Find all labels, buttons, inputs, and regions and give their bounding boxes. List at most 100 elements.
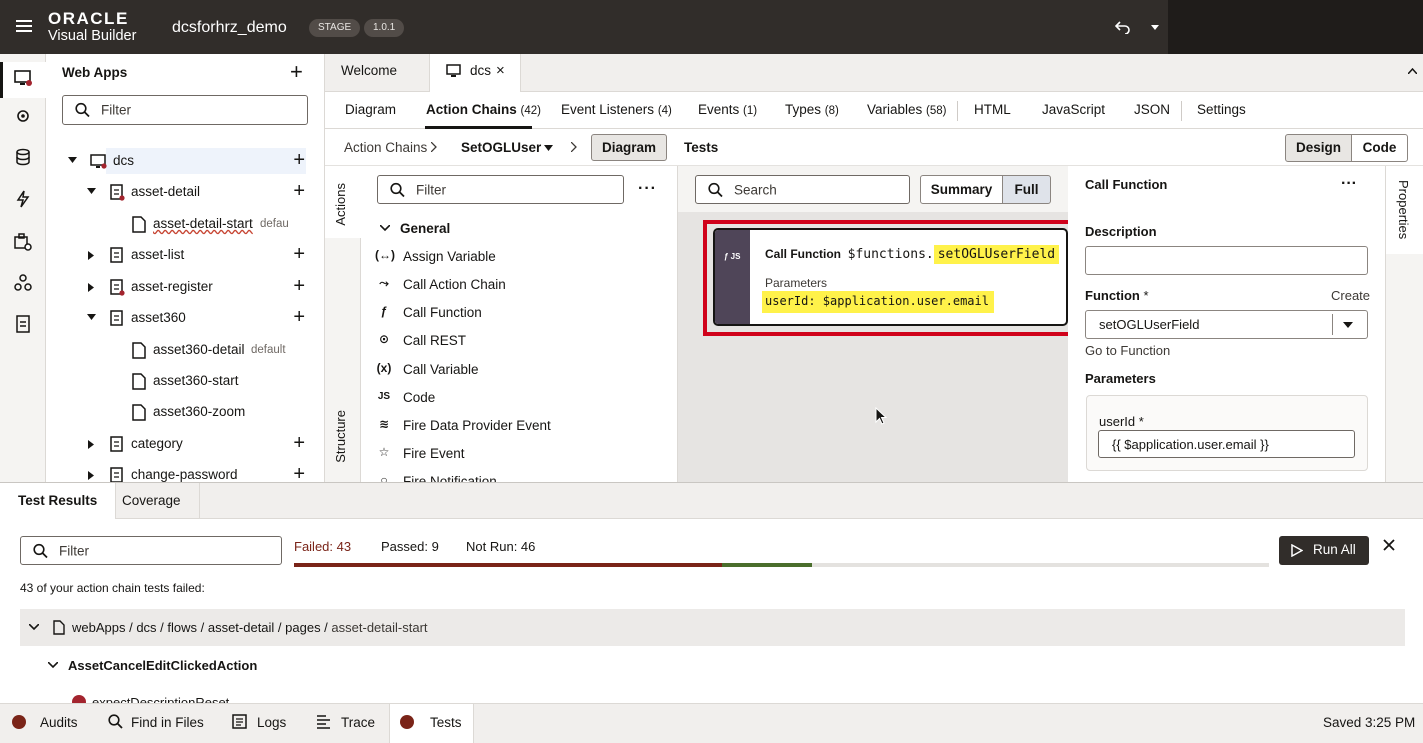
tab-actions[interactable]: Actions bbox=[333, 183, 348, 226]
tests-tab[interactable]: Tests bbox=[684, 140, 718, 155]
tab-event-listeners[interactable]: Event Listeners (4) bbox=[561, 102, 672, 117]
tab-overflow-icon[interactable] bbox=[1408, 68, 1417, 74]
audits-button[interactable]: Audits bbox=[0, 704, 88, 743]
tab-coverage[interactable]: Coverage bbox=[104, 483, 200, 520]
tree-item-asset360-start[interactable]: asset360-start bbox=[46, 366, 325, 396]
app-name[interactable]: dcsforhrz_demo bbox=[172, 19, 287, 37]
find-in-files-button[interactable]: Find in Files bbox=[100, 704, 212, 743]
tree-item-asset-detail-start[interactable]: asset-detail-start defau bbox=[46, 209, 325, 239]
chevron-down-icon[interactable] bbox=[29, 624, 39, 631]
tab-action-chains[interactable]: Action Chains (42) bbox=[426, 102, 541, 117]
tree-item-asset360[interactable]: asset360 + bbox=[46, 303, 325, 333]
chevron-down-icon[interactable] bbox=[68, 157, 77, 164]
breadcrumb-action-chains[interactable]: Action Chains bbox=[344, 140, 427, 155]
full-button[interactable]: Full bbox=[1002, 175, 1051, 204]
flow-icon bbox=[110, 247, 123, 263]
trace-button[interactable]: Trace bbox=[308, 704, 383, 743]
add-flow-button[interactable]: + bbox=[293, 150, 305, 170]
nav-filter-input[interactable]: Filter bbox=[62, 95, 308, 125]
function-select[interactable]: setOGLUserField bbox=[1085, 310, 1368, 339]
test-result-item[interactable]: expectDescriptionReset bbox=[92, 695, 229, 703]
result-group-row[interactable]: webApps / dcs / flows / asset-detail / p… bbox=[20, 609, 1405, 646]
tab-welcome[interactable]: Welcome bbox=[325, 54, 413, 92]
chevron-right-icon[interactable] bbox=[88, 471, 94, 480]
web-apps-icon[interactable] bbox=[13, 68, 33, 88]
event-icon: ☆ bbox=[378, 445, 390, 459]
flow-icon bbox=[110, 279, 125, 296]
more-options-icon[interactable]: ··· bbox=[638, 180, 657, 198]
chevron-right-icon[interactable] bbox=[88, 440, 94, 449]
add-page-button[interactable]: + bbox=[293, 276, 305, 296]
add-web-app-button[interactable]: + bbox=[290, 61, 303, 83]
tab-diagram[interactable]: Diagram bbox=[345, 102, 396, 117]
right-vertical-tabs: Properties bbox=[1385, 166, 1423, 482]
tab-types[interactable]: Types (8) bbox=[785, 102, 839, 117]
action-chain-result[interactable]: AssetCancelEditClickedAction bbox=[68, 658, 257, 673]
chevron-right-icon[interactable] bbox=[88, 283, 94, 292]
logs-button[interactable]: Logs bbox=[224, 704, 294, 743]
product-name: Visual Builder bbox=[48, 28, 137, 44]
group-general[interactable]: General bbox=[400, 221, 450, 236]
call-function-node[interactable]: ƒ JS Call Function $functions. setOGLUser… bbox=[713, 228, 1068, 326]
tab-test-results[interactable]: Test Results bbox=[0, 483, 117, 521]
chevron-down-icon[interactable] bbox=[48, 662, 58, 669]
chain-selector[interactable]: SetOGLUser bbox=[461, 140, 541, 155]
run-all-button[interactable]: Run All bbox=[1279, 536, 1369, 565]
resources-icon[interactable] bbox=[13, 314, 33, 334]
results-filter-input[interactable]: Filter bbox=[20, 536, 282, 565]
menu-icon[interactable] bbox=[16, 19, 32, 33]
more-options-icon[interactable]: ··· bbox=[1341, 175, 1357, 193]
design-button[interactable]: Design bbox=[1285, 134, 1352, 162]
services-icon[interactable] bbox=[13, 106, 33, 126]
add-page-button[interactable]: + bbox=[293, 307, 305, 327]
diagram-canvas[interactable]: Search Summary Full ƒ JS Call Function $… bbox=[678, 166, 1078, 482]
chevron-down-icon[interactable] bbox=[544, 145, 553, 151]
tree-item-asset-list[interactable]: asset-list + bbox=[46, 240, 325, 270]
tree-item-asset-register[interactable]: asset-register + bbox=[46, 272, 325, 302]
canvas-search-input[interactable]: Search bbox=[695, 175, 910, 204]
processes-icon[interactable] bbox=[13, 189, 33, 209]
add-page-button[interactable]: + bbox=[293, 433, 305, 453]
add-page-button[interactable]: + bbox=[293, 244, 305, 264]
undo-dropdown-icon[interactable] bbox=[1151, 25, 1159, 30]
tab-html[interactable]: HTML bbox=[974, 102, 1011, 117]
tree-item-asset360-detail[interactable]: asset360-detail default bbox=[46, 335, 325, 365]
tree-item-asset-detail[interactable]: asset-detail + bbox=[46, 177, 325, 207]
close-tab-icon[interactable]: × bbox=[496, 54, 505, 88]
go-to-function-link[interactable]: Go to Function bbox=[1085, 343, 1170, 358]
chevron-right-icon[interactable] bbox=[88, 251, 94, 260]
tab-events[interactable]: Events (1) bbox=[698, 102, 757, 117]
tree-item-dcs[interactable]: dcs + bbox=[46, 146, 325, 176]
actions-filter-input[interactable]: Filter bbox=[377, 175, 624, 204]
tree-item-category[interactable]: category + bbox=[46, 429, 325, 459]
description-input[interactable] bbox=[1085, 246, 1368, 275]
tab-json[interactable]: JSON bbox=[1134, 102, 1170, 117]
close-icon[interactable] bbox=[1383, 539, 1395, 551]
tab-properties[interactable]: Properties bbox=[1396, 180, 1411, 239]
code-button[interactable]: Code bbox=[1351, 134, 1408, 162]
chevron-down-icon[interactable] bbox=[380, 225, 390, 232]
chevron-down-icon[interactable] bbox=[87, 188, 96, 195]
tab-dcs[interactable]: dcs × bbox=[429, 54, 521, 93]
diagram-button[interactable]: Diagram bbox=[591, 134, 667, 161]
chevron-down-icon[interactable] bbox=[1343, 322, 1353, 328]
layouts-icon[interactable] bbox=[13, 273, 33, 293]
add-page-button[interactable]: + bbox=[293, 181, 305, 201]
summary-button[interactable]: Summary bbox=[920, 175, 1003, 204]
tab-javascript[interactable]: JavaScript bbox=[1042, 102, 1105, 117]
chevron-down-icon[interactable] bbox=[87, 314, 96, 321]
tab-structure[interactable]: Structure bbox=[333, 410, 348, 463]
tab-settings[interactable]: Settings bbox=[1197, 102, 1246, 117]
components-icon[interactable] bbox=[13, 232, 33, 252]
tests-button[interactable]: Tests bbox=[389, 704, 474, 743]
create-function-link[interactable]: Create bbox=[1331, 288, 1370, 303]
add-page-button[interactable]: + bbox=[293, 464, 305, 484]
undo-icon[interactable] bbox=[1115, 20, 1131, 34]
tab-variables[interactable]: Variables (58) bbox=[867, 102, 947, 117]
code-icon: JS bbox=[377, 391, 391, 402]
notification-icon: ○ bbox=[380, 473, 388, 482]
business-objects-icon[interactable] bbox=[13, 147, 33, 167]
param-userid-input[interactable]: {{ $application.user.email }} bbox=[1098, 430, 1355, 458]
tree-item-asset360-zoom[interactable]: asset360-zoom bbox=[46, 397, 325, 427]
search-icon bbox=[75, 102, 90, 118]
